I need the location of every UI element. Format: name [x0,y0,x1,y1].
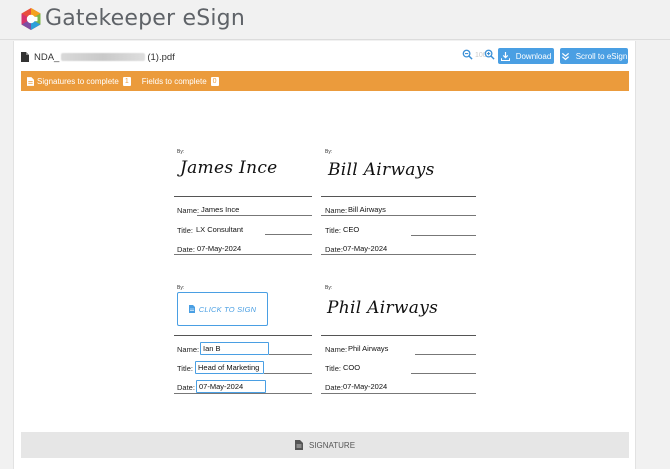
by-label: By: [177,149,185,155]
zoom-out-button[interactable] [462,49,473,63]
file-icon [21,52,29,62]
by-label: By: [177,285,185,291]
title-input[interactable]: Head of Marketing [195,361,264,374]
app-title: Gatekeeper eSign [45,6,245,31]
signature-line [174,196,312,197]
signature-phil-airways: Phil Airways [327,298,439,318]
download-button[interactable]: Download [498,48,554,64]
field-underline [411,235,476,236]
name-input[interactable]: Ian B [200,342,269,355]
file-name-suffix: (1).pdf [147,51,175,63]
title-label: Title: [177,226,193,235]
date-label: Date: [177,383,195,392]
date-input[interactable]: 07-May-2024 [196,380,266,393]
field-underline [411,373,476,374]
signature-line [321,335,476,336]
title-label: Title: [177,364,193,373]
download-icon [500,51,510,61]
signature-james-ince: James Ince [180,158,278,178]
fields-to-complete-label: Fields to complete [141,76,207,86]
document-panel [13,41,636,469]
zoom-in-icon [484,49,495,60]
signature-line [174,335,312,336]
date-value: 07-May-2024 [343,244,388,253]
click-to-sign-button[interactable]: CLICK TO SIGN [177,292,268,326]
name-label: Name: [177,206,200,215]
signature-footer-label: SIGNATURE [308,440,356,450]
download-label: Download [515,51,552,61]
fields-count-badge: 0 [210,76,219,86]
redacted-filename [61,53,146,61]
signature-footer-button[interactable]: SIGNATURE [21,432,629,458]
signature-bill-airways: Bill Airways [328,160,435,180]
name-value: Bill Airways [348,205,386,214]
field-underline [321,215,476,216]
field-underline [264,373,312,374]
by-label: By: [325,149,333,155]
name-label: Name: [325,345,348,354]
document-icon [188,305,195,313]
signatures-count-badge: 1 [122,76,131,86]
completion-status-bar: Signatures to complete 1 Fields to compl… [21,71,629,91]
document-icon [27,76,34,86]
file-name-row: NDA_ (1).pdf [21,48,175,66]
app-header: Gatekeeper eSign [0,0,670,40]
date-label: Date: [325,245,343,254]
title-value: LX Consultant [196,225,244,234]
title-label: Title: [325,364,341,373]
field-underline [269,354,312,355]
date-label: Date: [325,383,343,392]
name-value: Phil Airways [348,344,389,353]
field-underline [321,393,476,394]
by-label: By: [325,285,333,291]
click-to-sign-label: CLICK TO SIGN [198,304,257,314]
gatekeeper-logo-icon [21,8,41,30]
field-underline [197,215,312,216]
field-underline [415,354,476,355]
title-value: CEO [343,225,360,234]
zoom-in-button[interactable] [484,49,495,63]
title-value: COO [343,363,361,372]
field-underline [265,234,312,235]
file-name-prefix: NDA_ [34,51,60,63]
scroll-to-esign-button[interactable]: Scroll to eSign [560,48,628,64]
zoom-out-icon [462,49,473,60]
field-underline [174,254,312,255]
signature-line [321,196,476,197]
name-value: James Ince [201,205,240,214]
field-underline [174,393,312,394]
signatures-to-complete-label: Signatures to complete [37,76,119,86]
field-underline [321,254,476,255]
title-label: Title: [325,226,341,235]
date-value: 07-May-2024 [343,382,388,391]
document-icon [294,440,303,450]
double-chevron-down-icon [561,52,569,60]
date-label: Date: [177,245,195,254]
date-value: 07-May-2024 [197,244,242,253]
name-label: Name: [325,206,348,215]
scroll-to-esign-label: Scroll to eSign [575,51,628,61]
name-label: Name: [177,345,200,354]
